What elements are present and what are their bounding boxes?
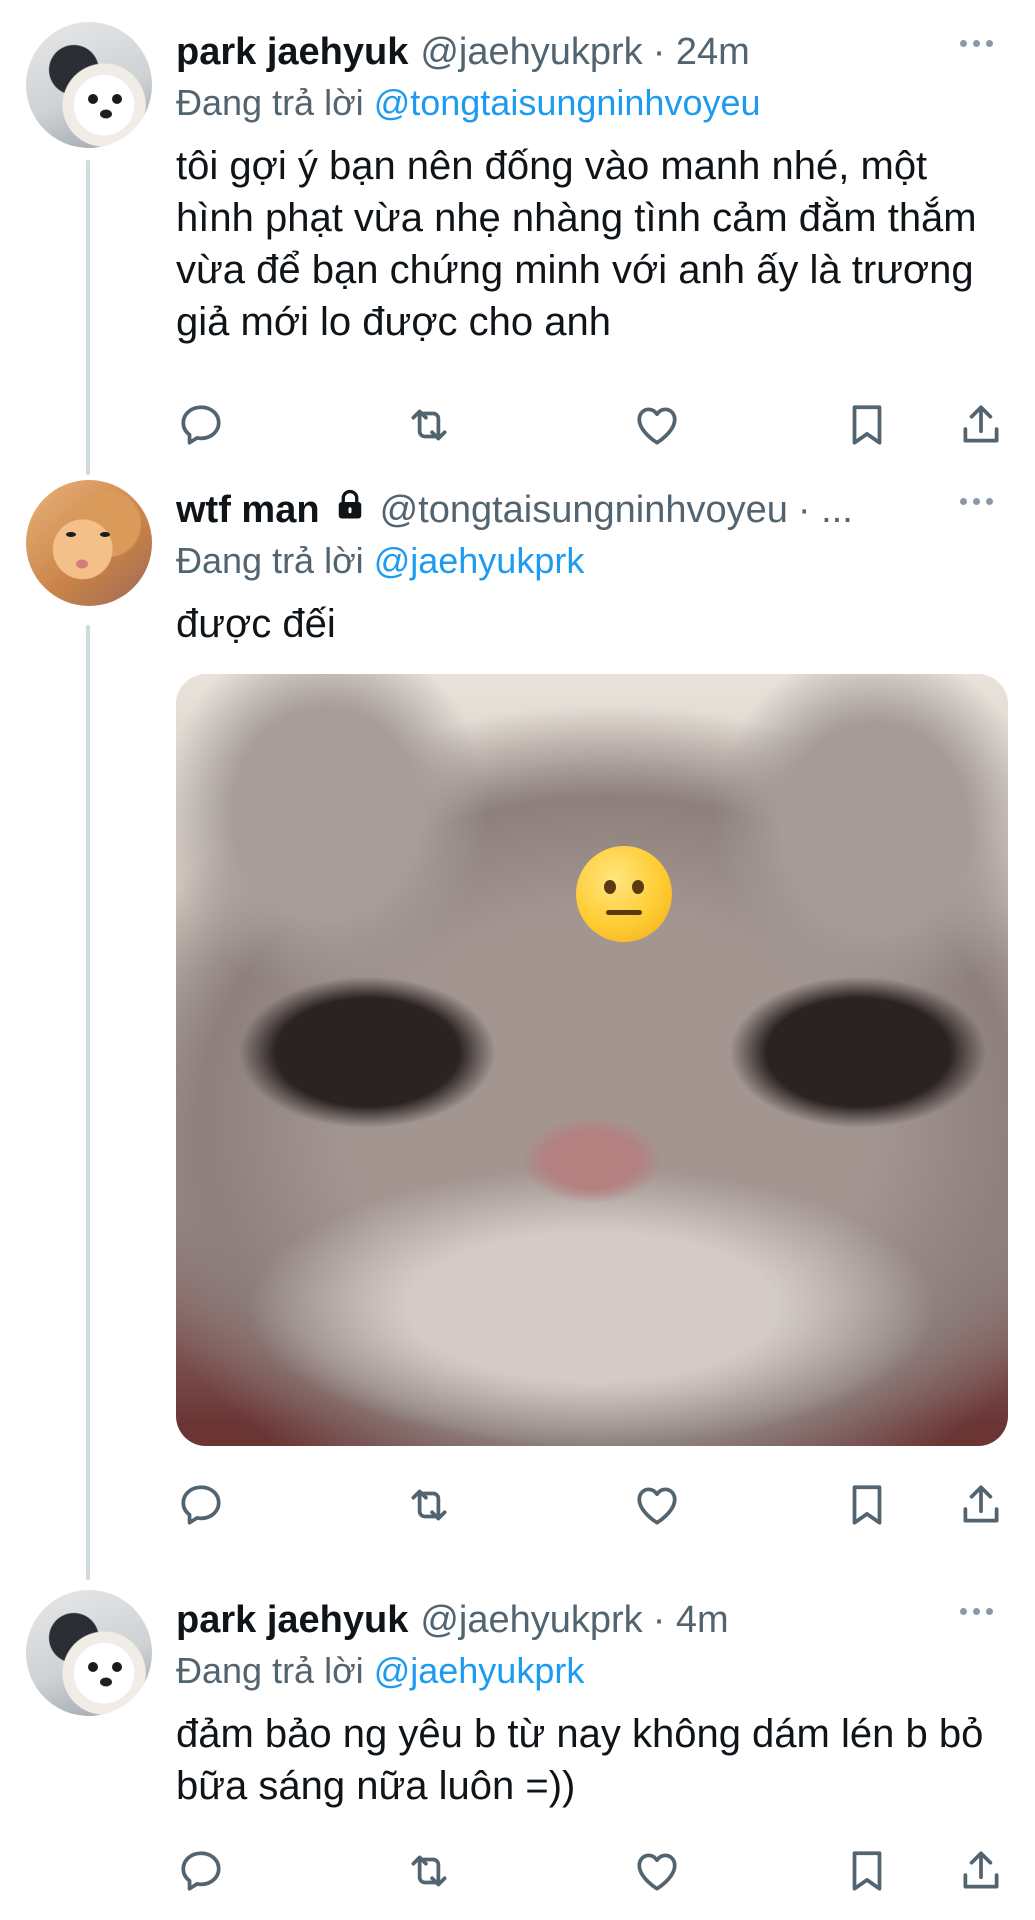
neutral-face-emoji [576, 846, 672, 942]
tweet-2[interactable]: wtf man @tongtaisungninhvoyeu · ... Đang… [0, 480, 1035, 1560]
reply-handle-link[interactable]: @tongtaisungninhvoyeu [374, 82, 761, 123]
more-options-icon[interactable] [960, 40, 993, 47]
lock-icon [332, 487, 368, 533]
display-name[interactable]: wtf man [176, 489, 320, 532]
like-icon[interactable] [632, 1480, 682, 1530]
tweet-header: wtf man @tongtaisungninhvoyeu · ... [176, 480, 925, 540]
tweet-media-image[interactable] [176, 674, 1008, 1446]
timestamp[interactable]: · 24m [653, 31, 750, 74]
user-handle[interactable]: @jaehyukprk [420, 31, 642, 74]
bookmark-icon[interactable] [842, 400, 892, 450]
avatar-wtf-man[interactable] [26, 480, 152, 606]
retweet-icon[interactable] [404, 400, 454, 450]
like-icon[interactable] [632, 1846, 682, 1896]
tweet-3[interactable]: park jaehyuk @jaehyukprk · 4m Đang trả l… [0, 1590, 1035, 1920]
display-name[interactable]: park jaehyuk [176, 31, 408, 74]
tweet-text: tôi gợi ý bạn nên đống vào manh nhé, một… [176, 144, 977, 344]
share-icon[interactable] [956, 1480, 1006, 1530]
reply-handle-link[interactable]: @jaehyukprk [374, 1650, 585, 1691]
reply-icon[interactable] [176, 1846, 226, 1896]
user-handle[interactable]: @jaehyukprk [420, 1599, 642, 1642]
tweet-text: đảm bảo ng yêu b từ nay không dám lén b … [176, 1712, 984, 1808]
timestamp[interactable]: · ... [798, 489, 853, 532]
more-options-icon[interactable] [960, 498, 993, 505]
tweet-text: được đếi [176, 602, 336, 646]
timestamp[interactable]: · 4m [653, 1599, 729, 1642]
tweet-1[interactable]: park jaehyuk @jaehyukprk · 24m Đang trả … [0, 22, 1035, 462]
tweet-actions [176, 400, 1006, 460]
more-options-icon[interactable] [960, 1608, 993, 1615]
user-handle[interactable]: @tongtaisungninhvoyeu [380, 489, 788, 532]
like-icon[interactable] [632, 400, 682, 450]
tweet-actions [176, 1846, 1006, 1906]
display-name[interactable]: park jaehyuk [176, 1599, 408, 1642]
replying-to: Đang trả lời @tongtaisungninhvoyeu [176, 82, 761, 123]
retweet-icon[interactable] [404, 1846, 454, 1896]
replying-to: Đang trả lời @jaehyukprk [176, 1650, 585, 1691]
bookmark-icon[interactable] [842, 1480, 892, 1530]
share-icon[interactable] [956, 400, 1006, 450]
reply-icon[interactable] [176, 1480, 226, 1530]
share-icon[interactable] [956, 1846, 1006, 1896]
tweet-header: park jaehyuk @jaehyukprk · 24m [176, 22, 995, 82]
reply-icon[interactable] [176, 400, 226, 450]
avatar-park-jaehyuk[interactable] [26, 22, 152, 148]
retweet-icon[interactable] [404, 1480, 454, 1530]
tweet-actions [176, 1480, 1006, 1540]
tweet-header: park jaehyuk @jaehyukprk · 4m [176, 1590, 995, 1650]
replying-to: Đang trả lời @jaehyukprk [176, 540, 585, 581]
bookmark-icon[interactable] [842, 1846, 892, 1896]
avatar-park-jaehyuk[interactable] [26, 1590, 152, 1716]
reply-handle-link[interactable]: @jaehyukprk [374, 540, 585, 581]
